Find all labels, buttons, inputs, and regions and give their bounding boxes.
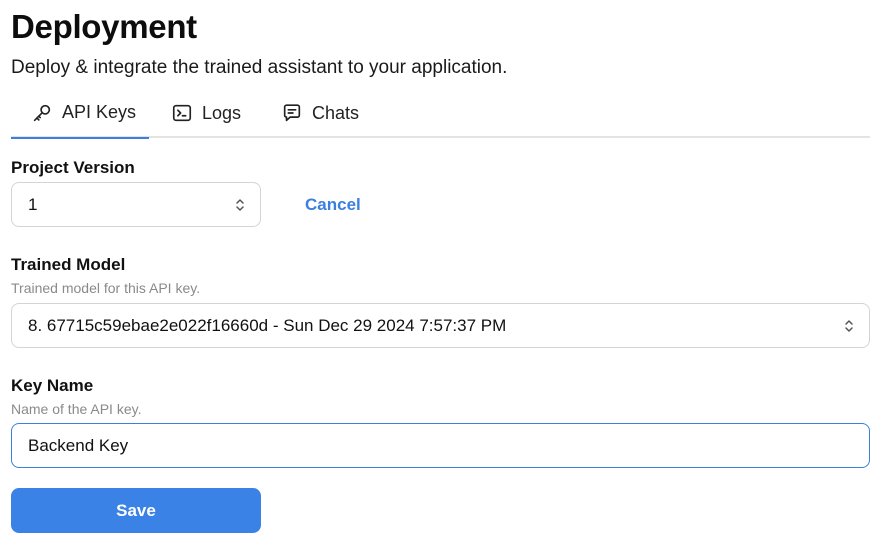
tab-api-keys-label: API Keys <box>62 102 137 122</box>
tab-chats-label: Chats <box>312 102 360 123</box>
cancel-button[interactable]: Cancel <box>305 195 361 215</box>
trained-model-help: Trained model for this API key. <box>11 280 201 296</box>
project-version-select[interactable]: 1 <box>11 182 261 227</box>
chevron-up-down-icon <box>845 319 853 332</box>
key-icon <box>33 104 51 121</box>
trained-model-label: Trained Model <box>11 255 126 274</box>
chat-icon <box>283 104 301 122</box>
tab-logs-label: Logs <box>202 102 242 123</box>
tab-chats[interactable]: Chats <box>281 88 359 138</box>
project-version-value: 1 <box>28 194 38 214</box>
trained-model-select[interactable]: 8. 67715c59ebae2e022f16660d - Sun Dec 29… <box>11 303 870 348</box>
trained-model-value: 8. 67715c59ebae2e022f16660d - Sun Dec 29… <box>28 315 507 335</box>
project-version-label: Project Version <box>11 158 135 177</box>
page-subtitle: Deploy & integrate the trained assistant… <box>11 57 508 78</box>
page-title: Deployment <box>11 8 197 45</box>
key-name-input[interactable] <box>11 423 870 468</box>
chevron-up-down-icon <box>236 198 244 211</box>
key-name-help: Name of the API key. <box>11 401 142 417</box>
tab-logs[interactable]: Logs <box>171 88 241 138</box>
tab-api-keys[interactable]: API Keys <box>11 88 149 139</box>
key-name-label: Key Name <box>11 376 94 395</box>
tab-bar: API Keys Logs Chats <box>11 88 870 139</box>
terminal-icon <box>172 104 192 122</box>
save-button[interactable]: Save <box>11 488 261 533</box>
